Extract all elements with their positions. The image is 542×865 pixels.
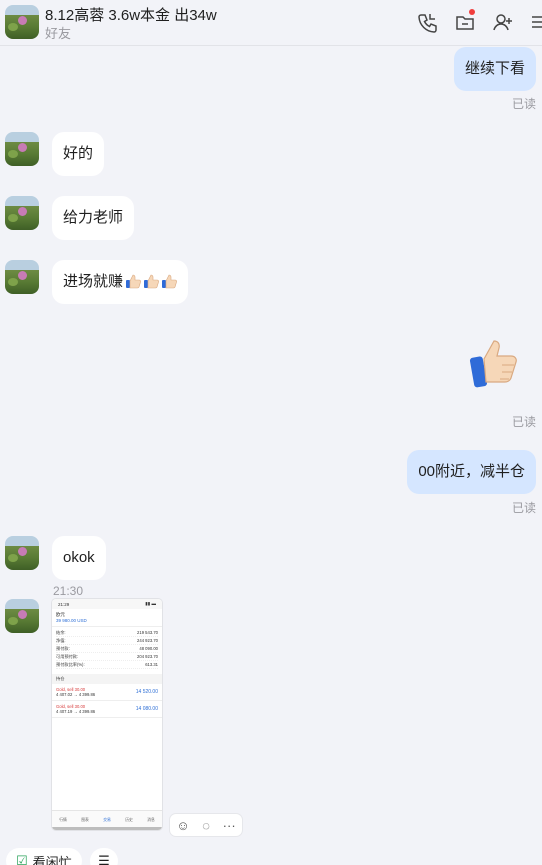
account-row: 结余: 219 543.70 (56, 629, 158, 637)
tab-trade: 交易 (103, 818, 111, 822)
notification-dot (469, 9, 475, 15)
contact-avatar[interactable] (5, 5, 39, 39)
phone-status-bar: 21:29 ▮▮ ▬ (52, 599, 162, 609)
message-bubble-incoming[interactable]: 给力老师 (52, 196, 135, 240)
image-bottom-edge (52, 827, 162, 830)
account-row: 预付款比率(%): 613.31 (56, 661, 158, 669)
chat-subtitle: 好友 (45, 26, 72, 41)
phone-icon[interactable] (416, 11, 438, 33)
more-icon[interactable] (528, 11, 542, 33)
message-timestamp: 21:30 (53, 584, 84, 598)
tab-history: 历史 (125, 818, 133, 822)
account-row: 预付款: 48 090.00 (56, 645, 158, 653)
message-bubble-incoming[interactable]: 好的 (52, 132, 105, 176)
account-summary: 欧元 39 980.00 USD (52, 609, 162, 627)
check-calendar-icon: ☑ (16, 853, 28, 865)
message-action-bar: ☺ ◌ ··· (170, 814, 242, 836)
read-receipt: 已读 (511, 501, 536, 515)
account-row: 可用预付款: 204 923.70 (56, 653, 158, 661)
comment-icon[interactable]: ◌ (202, 818, 210, 833)
quick-actions: ☑ 看闲忙 ☰ (0, 848, 542, 865)
thumbs-up-icon (161, 273, 177, 289)
signal-icon: ▮▮ ▬ (145, 601, 156, 606)
message-bubble-incoming[interactable]: okok (52, 536, 106, 580)
menu-icon: ☰ (98, 853, 110, 865)
message-bubble-outgoing[interactable]: 继续下看 (453, 47, 536, 91)
read-receipt: 已读 (511, 97, 536, 111)
positions-header: 持仓 (52, 674, 162, 684)
add-user-icon[interactable] (492, 11, 514, 33)
thumbs-up-icon (143, 273, 159, 289)
message-text: 进场就赚 (63, 273, 124, 290)
contact-avatar[interactable] (5, 260, 39, 294)
quick-action-button[interactable]: ☑ 看闲忙 (6, 848, 82, 865)
message-bubble-outgoing[interactable]: 00附近，减半仓 (407, 450, 536, 494)
chat-header: 8.12高蓉 3.6w本金 出34w 好友 (0, 0, 542, 46)
chat-title: 8.12高蓉 3.6w本金 出34w (45, 7, 217, 24)
position-row: Gold, sell 30.00 4 407.19 → 4 399.86 14 0… (52, 701, 162, 718)
status-time: 21:29 (58, 601, 70, 607)
tab-messages: 消息 (147, 818, 155, 822)
position-row: Gold, sell 30.00 4 407.02 → 4 399.86 14 5… (52, 684, 162, 701)
contact-avatar[interactable] (5, 599, 39, 633)
contact-avatar[interactable] (5, 132, 39, 166)
menu-button[interactable]: ☰ (90, 848, 118, 865)
quick-action-label: 看闲忙 (32, 854, 72, 865)
thumbs-up-sticker[interactable] (466, 335, 522, 391)
account-value: 39 980.00 USD (56, 618, 87, 623)
contact-avatar[interactable] (5, 536, 39, 570)
image-message[interactable]: 21:29 ▮▮ ▬ 欧元 39 980.00 USD 结余: 219 543.7… (52, 599, 162, 830)
account-row: 净值: 244 923.70 (56, 637, 158, 645)
thumbs-up-icon (125, 273, 141, 289)
emoji-react-icon[interactable]: ☺ (176, 818, 189, 833)
message-bubble-incoming[interactable]: 进场就赚 (52, 260, 189, 304)
read-receipt: 已读 (511, 415, 536, 429)
more-actions-icon[interactable]: ··· (223, 818, 236, 833)
account-rows: 结余: 219 543.70 净值: 244 923.70 预付款: 48 090.0… (52, 627, 162, 671)
contact-avatar[interactable] (5, 196, 39, 230)
tab-chart: 图表 (81, 818, 89, 822)
tab-quotes: 行情 (59, 818, 67, 822)
